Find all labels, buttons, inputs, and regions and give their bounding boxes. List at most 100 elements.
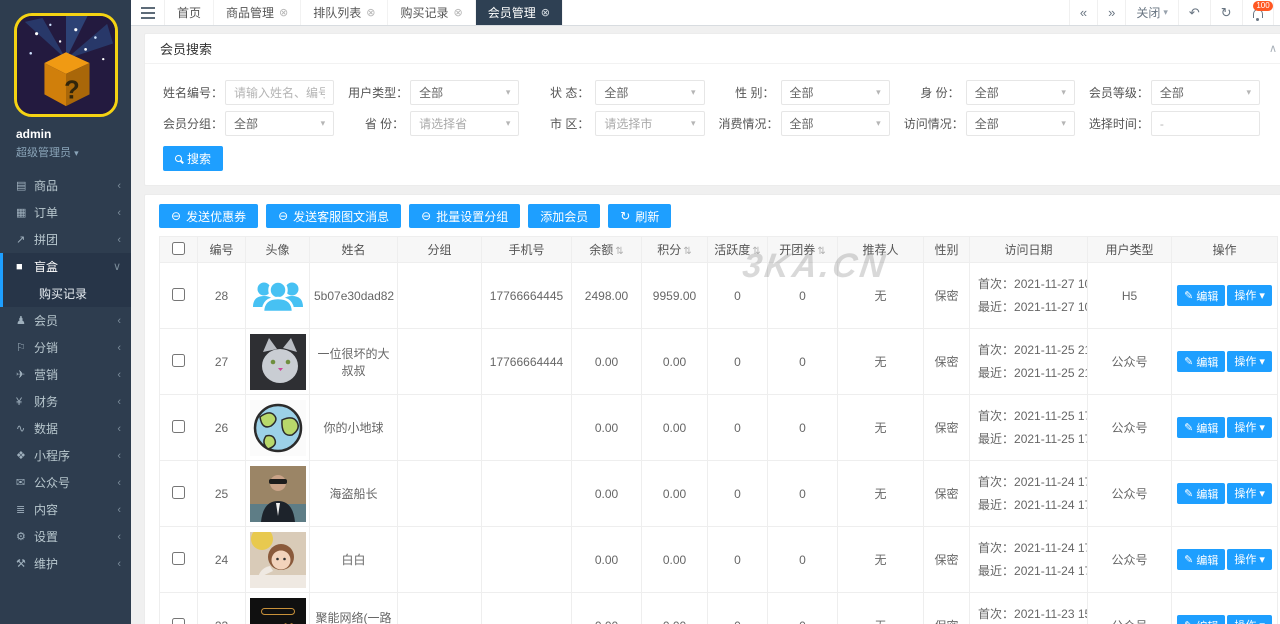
member-search-form: 姓名编号：用户类型：全部▾状 态：全部▾性 别：全部▾身 份：全部▾会员等级：全… [145, 64, 1280, 185]
select-dropdown[interactable]: 全部 ▾ [410, 80, 520, 105]
chevron-down-icon: ▾ [876, 118, 881, 128]
edit-button[interactable]: ✎编辑 [1177, 483, 1226, 505]
sidebar-item-公众号[interactable]: ✉ 公众号 ‹ [0, 469, 131, 496]
send-coupon-button[interactable]: ⊖ 发送优惠券 [159, 204, 259, 228]
row-checkbox[interactable] [172, 419, 185, 433]
select-all-checkbox[interactable] [172, 241, 185, 255]
more-actions-button[interactable]: 操作 ▾ [1227, 548, 1272, 570]
name-cell: 5b07e30dad82 [309, 262, 398, 329]
notification-badge: 100 [1253, 1, 1273, 11]
form-field-会员分组: 会员分组： 全部 ▾ [163, 111, 348, 136]
sidebar-item-维护[interactable]: ⚒ 维护 ‹ [0, 550, 131, 577]
row-checkbox[interactable] [172, 353, 185, 367]
column-header-coupon[interactable]: 开团券 ⇅ [767, 236, 838, 263]
column-header-activity[interactable]: 活跃度 ⇅ [707, 236, 768, 263]
text-input[interactable] [1159, 116, 1252, 131]
more-actions-button[interactable]: 操作 ▾ [1227, 482, 1272, 504]
refresh-list-button[interactable]: ↻ 刷新 [608, 204, 672, 228]
select-dropdown[interactable]: 全部 ▾ [965, 80, 1075, 105]
tab-会员管理[interactable]: 会员管理 ⊗ [475, 0, 563, 25]
tab-排队列表[interactable]: 排队列表 ⊗ [301, 0, 389, 25]
search-button[interactable]: 搜索 [163, 146, 224, 171]
tab-close-icon[interactable]: ⊗ [279, 6, 288, 19]
message-panel-icon[interactable]: ▤ [1272, 0, 1280, 25]
edit-button[interactable]: ✎编辑 [1177, 351, 1226, 373]
row-checkbox[interactable] [172, 485, 185, 499]
select-dropdown[interactable]: 全部 ▾ [780, 80, 890, 105]
actions-cell: ✎编辑操作 ▾ [1171, 262, 1278, 329]
edit-button[interactable]: ✎编辑 [1177, 615, 1226, 624]
sidebar-item-拼团[interactable]: ↗ 拼团 ‹ [0, 226, 131, 253]
tab-商品管理[interactable]: 商品管理 ⊗ [214, 0, 302, 25]
tab-首页[interactable]: 首页 [165, 0, 215, 25]
back-icon[interactable]: ↶ [1177, 0, 1210, 25]
scroll-tabs-right-icon[interactable]: » [1097, 0, 1125, 25]
notifications-icon[interactable]: 100 [1241, 0, 1273, 25]
more-actions-button[interactable]: 操作 ▾ [1227, 614, 1272, 624]
sidebar-item-商品[interactable]: ▤ 商品 ‹ [0, 172, 131, 199]
batch-set-group-button[interactable]: ⊖ 批量设置分组 [409, 204, 521, 228]
collapse-card-icon[interactable]: ∧ [1269, 42, 1277, 55]
content-icon: ≣ [16, 504, 26, 516]
sort-icon[interactable]: ⇅ [752, 246, 760, 257]
select-dropdown[interactable]: 请选择省 ▾ [410, 111, 520, 136]
tab-close-icon[interactable]: ⊗ [541, 6, 550, 19]
text-input[interactable] [234, 85, 326, 100]
balance-cell: 2498.00 [571, 262, 642, 329]
gender-cell: 保密 [923, 262, 970, 329]
tab-close-icon[interactable]: ⊗ [454, 6, 463, 19]
sidebar-item-小程序[interactable]: ❖ 小程序 ‹ [0, 442, 131, 469]
select-dropdown[interactable]: 全部 ▾ [965, 111, 1075, 136]
sort-icon[interactable]: ⇅ [615, 246, 623, 257]
more-actions-button[interactable]: 操作 ▾ [1227, 416, 1272, 438]
tab-close-icon[interactable]: ⊗ [366, 6, 375, 19]
tab-购买记录[interactable]: 购买记录 ⊗ [388, 0, 476, 25]
sidebar-item-订单[interactable]: ▦ 订单 ‹ [0, 199, 131, 226]
column-header-points[interactable]: 积分 ⇅ [641, 236, 708, 263]
select-dropdown[interactable]: 请选择市 ▾ [595, 111, 705, 136]
add-member-button[interactable]: 添加会员 [528, 204, 601, 228]
send-service-message-button[interactable]: ⊖ 发送客服图文消息 [266, 204, 402, 228]
user_type-cell: 公众号 [1087, 526, 1172, 593]
edit-button[interactable]: ✎编辑 [1177, 285, 1226, 307]
sidebar-item-营销[interactable]: ✈ 营销 ‹ [0, 361, 131, 388]
select-all-header[interactable] [159, 236, 198, 263]
select-dropdown[interactable]: 全部 ▾ [225, 111, 335, 136]
sidebar-group-数据: ∿ 数据 ‹ [0, 415, 131, 442]
sidebar-item-会员[interactable]: ♟ 会员 ‹ [0, 307, 131, 334]
sidebar-item-财务[interactable]: ¥ 财务 ‹ [0, 388, 131, 415]
sidebar-item-分销[interactable]: ⚐ 分销 ‹ [0, 334, 131, 361]
row-checkbox[interactable] [172, 551, 185, 565]
sidebar-subitem-购买记录[interactable]: 购买记录 [3, 280, 131, 307]
balance-cell: 0.00 [571, 526, 642, 593]
sidebar-item-盲盒[interactable]: ■ 盲盒 ∨ [3, 253, 131, 280]
sidebar-item-数据[interactable]: ∿ 数据 ‹ [0, 415, 131, 442]
sort-icon[interactable]: ⇅ [683, 246, 691, 257]
more-actions-button[interactable]: 操作 ▾ [1227, 284, 1272, 306]
table-row: 25 海盗船长0.000.0000无保密首次：2021-11-24 17:21:… [159, 460, 1278, 527]
select-dropdown[interactable]: 全部 ▾ [1150, 80, 1261, 105]
activity-cell: 0 [707, 328, 768, 395]
user-role-dropdown[interactable]: 超级管理员 ▾ [16, 144, 131, 160]
more-actions-button[interactable]: 操作 ▾ [1227, 350, 1272, 372]
scroll-tabs-left-icon[interactable]: « [1068, 0, 1097, 25]
sidebar-item-内容[interactable]: ≣ 内容 ‹ [0, 496, 131, 523]
close-tabs-button[interactable]: 关闭 ▾ [1125, 0, 1178, 25]
member-table-card: ⊖ 发送优惠券 ⊖ 发送客服图文消息 ⊖ 批量设置分组 添加会员 ↻ 刷新 编号 头像 姓名 分组 手机… [144, 194, 1280, 624]
admin-avatar[interactable]: ? [13, 13, 118, 117]
edit-button[interactable]: ✎编辑 [1177, 549, 1226, 571]
hamburger-menu-icon[interactable] [131, 0, 165, 25]
column-header-balance[interactable]: 余额 ⇅ [571, 236, 642, 263]
sidebar-item-设置[interactable]: ⚙ 设置 ‹ [0, 523, 131, 550]
referrer-cell: 无 [837, 394, 924, 461]
refresh-page-icon[interactable]: ↻ [1209, 0, 1242, 25]
points-cell: 9959.00 [641, 262, 708, 329]
row-checkbox[interactable] [172, 287, 185, 301]
balance-cell: 0.00 [571, 592, 642, 624]
edit-button[interactable]: ✎编辑 [1177, 417, 1226, 439]
select-dropdown[interactable]: 全部 ▾ [780, 111, 890, 136]
sidebar-group-分销: ⚐ 分销 ‹ [0, 334, 131, 361]
select-dropdown[interactable]: 全部 ▾ [595, 80, 705, 105]
row-checkbox[interactable] [172, 617, 185, 624]
sort-icon[interactable]: ⇅ [817, 246, 825, 257]
